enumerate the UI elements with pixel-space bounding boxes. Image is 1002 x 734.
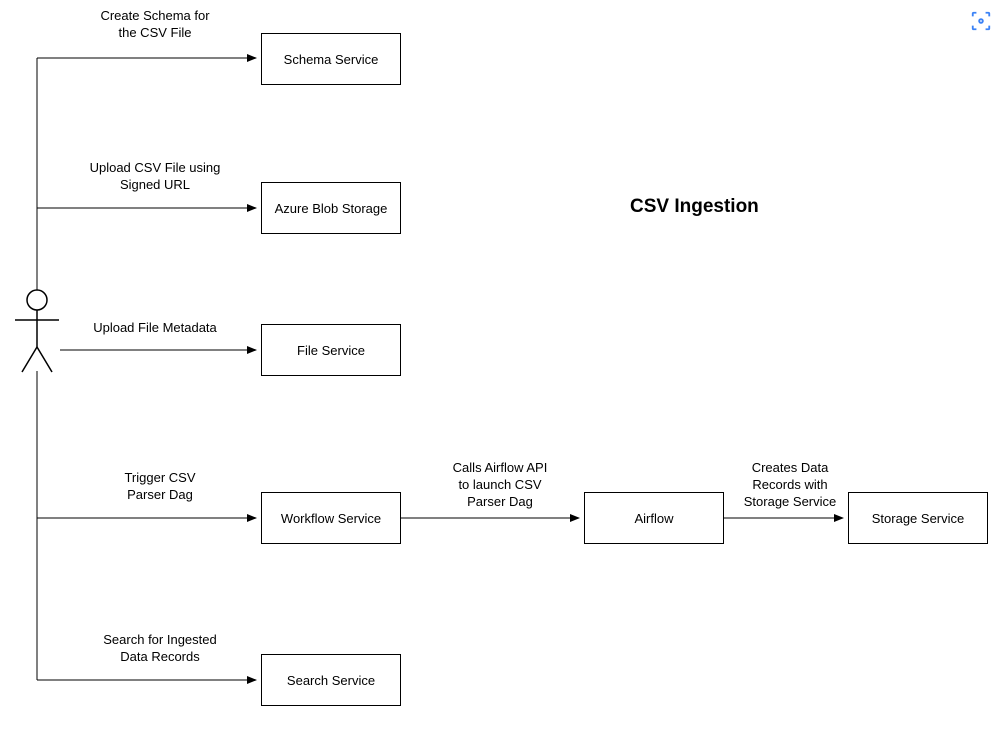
search-records-label: Search for Ingested Data Records — [80, 632, 240, 666]
upload-csv-label: Upload CSV File using Signed URL — [75, 160, 235, 194]
airflow-box: Airflow — [584, 492, 724, 544]
box-label: Search Service — [287, 673, 375, 688]
box-label: Azure Blob Storage — [275, 201, 388, 216]
actor-icon — [15, 290, 59, 372]
upload-metadata-label: Upload File Metadata — [80, 320, 230, 337]
creates-data-label: Creates Data Records with Storage Servic… — [735, 460, 845, 511]
trigger-dag-label: Trigger CSV Parser Dag — [105, 470, 215, 504]
box-label: Workflow Service — [281, 511, 381, 526]
schema-service-box: Schema Service — [261, 33, 401, 85]
box-label: Airflow — [634, 511, 673, 526]
diagram-svg — [0, 0, 1002, 734]
workflow-service-box: Workflow Service — [261, 492, 401, 544]
diagram-title: CSV Ingestion — [630, 196, 759, 218]
box-label: Storage Service — [872, 511, 965, 526]
calls-airflow-label: Calls Airflow API to launch CSV Parser D… — [440, 460, 560, 511]
azure-blob-box: Azure Blob Storage — [261, 182, 401, 234]
scan-icon[interactable] — [970, 10, 992, 32]
search-service-box: Search Service — [261, 654, 401, 706]
create-schema-label: Create Schema for the CSV File — [80, 8, 230, 42]
storage-service-box: Storage Service — [848, 492, 988, 544]
box-label: Schema Service — [284, 52, 379, 67]
file-service-box: File Service — [261, 324, 401, 376]
box-label: File Service — [297, 343, 365, 358]
